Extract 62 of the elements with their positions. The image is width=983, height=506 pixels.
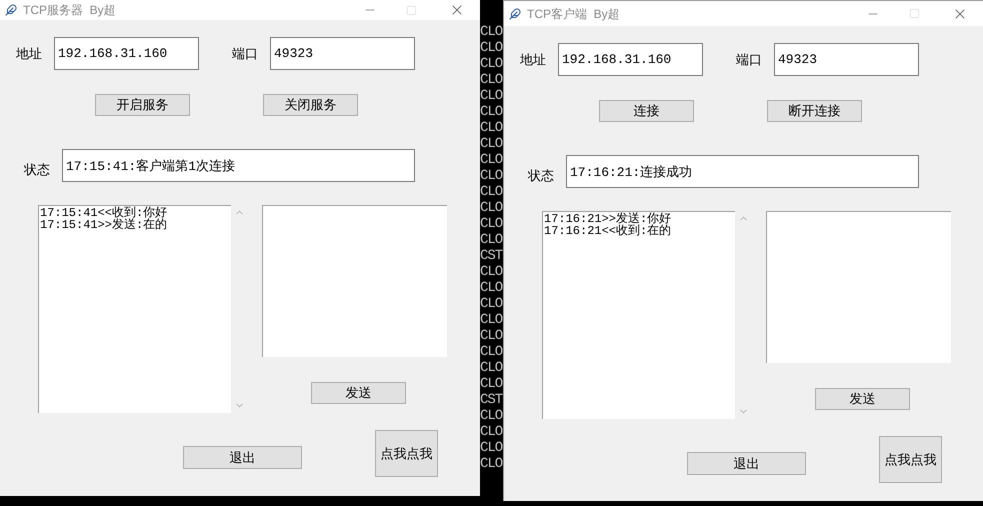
console-line: CLO	[480, 72, 503, 88]
port-field[interactable]: 49323	[270, 37, 415, 70]
port-label: 端口	[232, 44, 259, 63]
address-field[interactable]: 192.168.31.160	[54, 37, 199, 70]
console-line: CLO	[480, 120, 503, 136]
status-label: 状态	[528, 166, 555, 185]
port-label: 端口	[736, 50, 763, 69]
start-button[interactable]: 开启服务	[95, 94, 190, 116]
console-line: CST	[480, 248, 503, 264]
console-line: CLO	[480, 216, 503, 232]
click-me-button[interactable]: 点我点我	[879, 436, 942, 483]
exit-button[interactable]: 退出	[687, 452, 806, 475]
console-line: CLO	[480, 232, 503, 248]
stop-button[interactable]: 关闭服务	[263, 94, 358, 116]
console-line: CLO	[480, 264, 503, 280]
log-line: 17:15:41>>发送:在的	[40, 219, 168, 231]
console-line: CLO	[480, 424, 503, 440]
console-line: CLO	[480, 56, 503, 72]
console-line: CST	[480, 392, 503, 408]
address-field[interactable]: 192.168.31.160	[558, 43, 703, 76]
status-field[interactable]: 17:16:21:连接成功	[566, 155, 919, 188]
send-button[interactable]: 发送	[311, 382, 406, 404]
message-input[interactable]	[262, 205, 447, 357]
console-line: CLO	[480, 456, 503, 472]
address-label: 地址	[16, 44, 43, 63]
console-line: CLO	[480, 40, 503, 56]
console-line: CLO	[480, 280, 503, 296]
log-line: 17:16:21>>发送:你好	[544, 213, 672, 225]
window-title: TCP服务器 By超	[23, 2, 116, 19]
log-line: 17:16:21<<收到:在的	[544, 225, 672, 237]
window-title: TCP客户端 By超	[527, 6, 620, 22]
feather-icon	[509, 8, 521, 20]
console-line: CLO	[480, 296, 503, 312]
port-field[interactable]: 49323	[774, 43, 919, 76]
address-label: 地址	[520, 50, 547, 69]
console-line: CLO	[480, 168, 503, 184]
log-line: 17:15:41<<收到:你好	[40, 207, 168, 219]
console-line: CLO	[480, 104, 503, 120]
console-line: CLO	[480, 376, 503, 392]
console-line: CLO	[480, 184, 503, 200]
stop-button[interactable]: 断开连接	[767, 100, 862, 122]
exit-button[interactable]: 退出	[183, 446, 302, 469]
status-field[interactable]: 17:15:41:客户端第1次连接	[62, 149, 415, 182]
click-me-button[interactable]: 点我点我	[375, 430, 438, 477]
status-label: 状态	[24, 160, 51, 179]
console-line: CLO	[480, 440, 503, 456]
console-line: CLO	[480, 200, 503, 216]
console-line: CLO	[480, 408, 503, 424]
console-line: CLO	[480, 136, 503, 152]
message-input[interactable]	[766, 211, 951, 363]
console-line: CLO	[480, 312, 503, 328]
maximize-icon[interactable]	[406, 4, 417, 16]
feather-icon	[5, 4, 17, 16]
console-line: CLO	[480, 360, 503, 376]
console-line: CLO	[480, 152, 503, 168]
start-button[interactable]: 连接	[599, 100, 694, 122]
console-line: CLO	[480, 24, 503, 40]
console-line: CLO	[480, 344, 503, 360]
console-line: CLO	[480, 88, 503, 104]
maximize-icon[interactable]	[909, 8, 920, 19]
console-line: CLO	[480, 328, 503, 344]
send-button[interactable]: 发送	[815, 388, 910, 410]
